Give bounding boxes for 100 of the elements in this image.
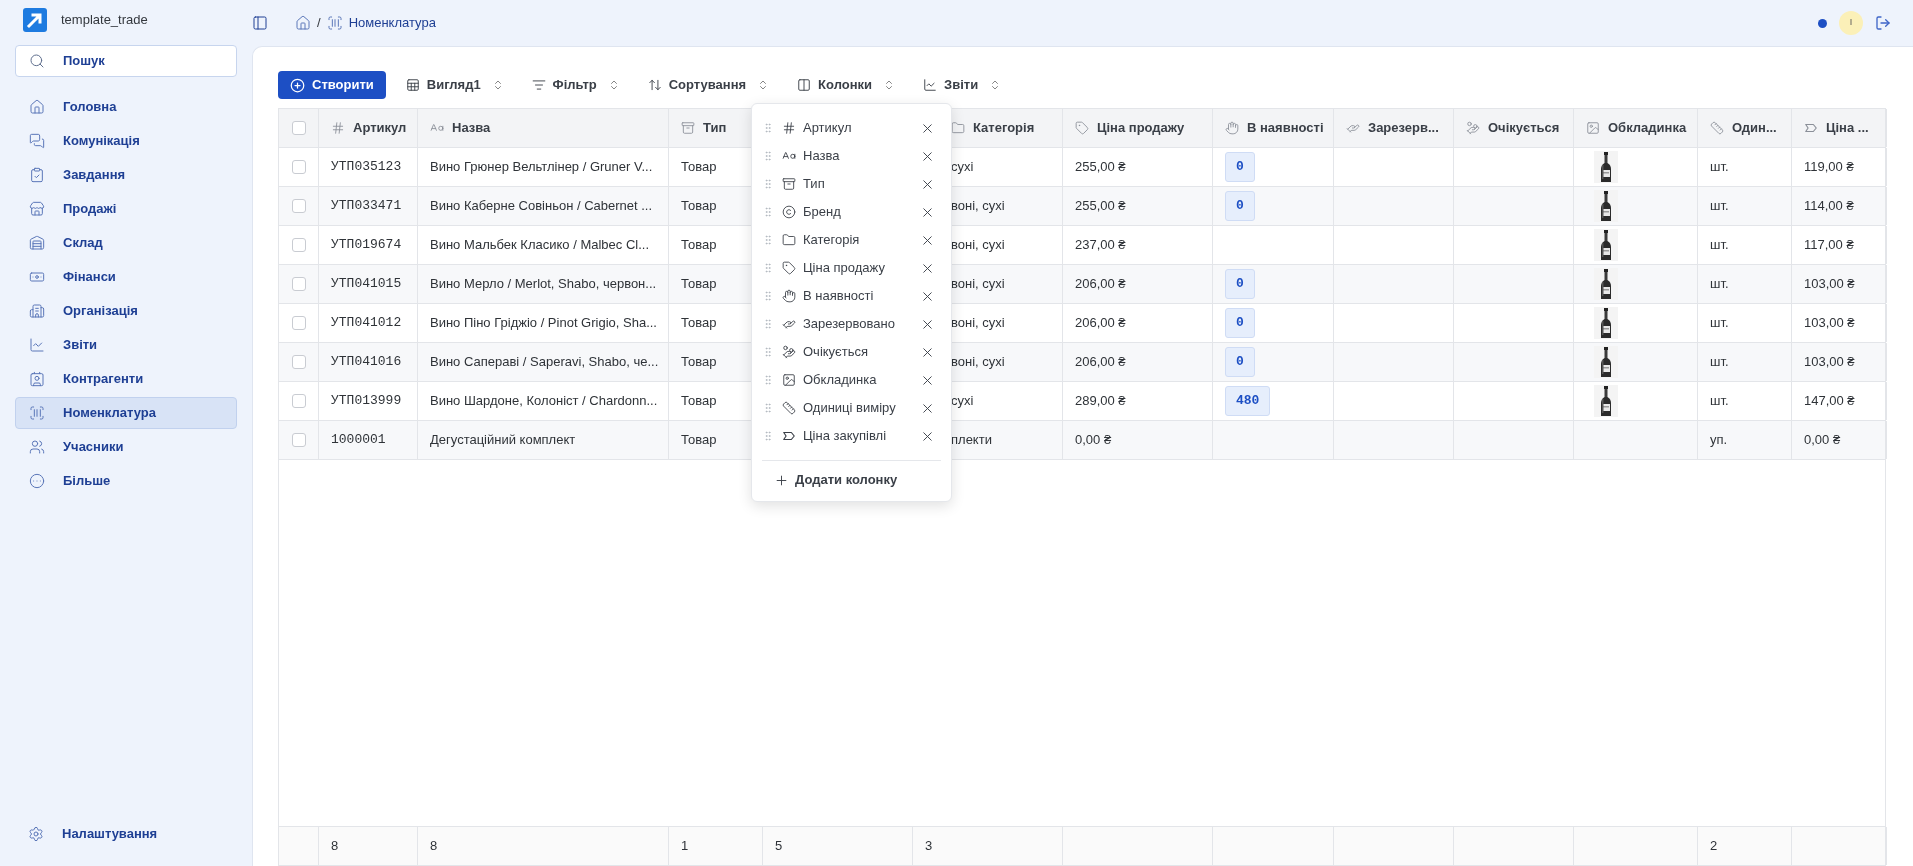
table-cell-text: 147,00 ₴ [1804,392,1855,411]
checkbox[interactable] [291,199,306,213]
sidebar-item[interactable]: Організація [15,295,237,327]
stock-badge: 480 [1225,386,1271,416]
sidebar-item[interactable]: Звіти [15,329,237,361]
create-button[interactable]: Створити [278,71,386,99]
sidebar-item[interactable]: Головна [15,91,237,123]
label-icon [1804,121,1818,135]
menu-item[interactable]: Бренд [762,198,941,226]
menu-item[interactable]: Очікується [762,338,941,366]
sidebar-item[interactable]: Учасники [15,431,237,463]
table-cell-text: 0,00 ₴ [1075,431,1112,450]
menu-item[interactable]: В наявності [762,282,941,310]
column-header[interactable]: Ціна продажу [1097,118,1185,138]
column-header[interactable]: Обкладинка [1608,118,1687,138]
drag-handle-icon[interactable] [762,346,774,358]
menu-item[interactable]: Категорія [762,226,941,254]
menu-item-label: Обкладинка [803,371,877,390]
table-cell-text: 119,00 ₴ [1804,158,1854,177]
column-count: 1 [681,837,689,856]
column-header[interactable]: Очікується [1488,118,1560,138]
plus-circle-icon [290,77,305,93]
table-cell-text: 237,00 ₴ [1075,236,1126,255]
sidebar-item[interactable]: Комунікація [15,125,237,157]
home-icon[interactable] [295,15,311,31]
table-cell-text: Товар [681,236,717,255]
toolbar-button[interactable]: Колонки [789,71,904,99]
menu-item-label: Очікується [803,343,868,362]
drag-handle-icon[interactable] [762,150,774,162]
tray-icon [681,121,695,135]
table-cell-text: воні, сухі [951,197,1005,216]
menu-item[interactable]: Назва [762,142,941,170]
sidebar-item[interactable]: Номенклатура [15,397,237,429]
sidebar-item[interactable]: Склад [15,227,237,259]
sidebar-toggle-icon[interactable] [252,15,268,31]
drag-handle-icon[interactable] [762,374,774,386]
column-header[interactable]: Ціна ... [1826,118,1869,138]
column-count: 3 [925,837,933,856]
settings-button[interactable]: Налаштування [15,818,237,850]
checkbox[interactable] [291,238,306,252]
column-header[interactable]: Тип [703,118,727,138]
column-header[interactable]: Категорія [973,118,1035,138]
clipboard-icon [29,167,45,183]
sidebar-item[interactable]: Завдання [15,159,237,191]
menu-item-label: Одиниці виміру [803,399,896,418]
plus-icon [774,472,789,488]
drag-handle-icon[interactable] [762,290,774,302]
drag-handle-icon[interactable] [762,262,774,274]
toolbar-button[interactable]: Фільтр [523,71,628,99]
column-header[interactable]: Назва [452,118,491,138]
menu-item[interactable]: Тип [762,170,941,198]
drag-handle-icon[interactable] [762,318,774,330]
checkbox[interactable] [291,277,306,291]
column-header[interactable]: Один... [1732,118,1777,138]
logo-icon [23,8,47,32]
checkbox[interactable] [291,316,306,330]
column-header[interactable]: Артикул [353,118,407,138]
drag-handle-icon[interactable] [762,402,774,414]
menu-item[interactable]: Обкладинка [762,366,941,394]
toolbar-button[interactable]: Сортування [639,71,778,99]
sidebar-item[interactable]: Більше [15,465,237,497]
search-button[interactable]: Пошук [15,45,237,77]
table-cell-text: 114,00 ₴ [1804,197,1854,216]
checkbox[interactable] [291,433,306,447]
menu-item[interactable]: Ціна закупівлі [762,422,941,450]
toolbar-button[interactable]: Вигляд1 [397,71,512,99]
sidebar-item[interactable]: Продажі [15,193,237,225]
checkbox[interactable] [291,355,306,369]
table-cell-text: шт. [1710,314,1729,333]
table-cell-text: уп. [1710,431,1728,450]
menu-item-label: В наявності [803,287,874,306]
table-cell-text: УТП041012 [331,314,402,333]
checkbox[interactable] [291,121,306,135]
drag-handle-icon[interactable] [762,122,774,134]
drag-handle-icon[interactable] [762,234,774,246]
checkbox[interactable] [291,394,306,408]
chart-icon [29,337,45,353]
column-header[interactable]: В наявності [1247,118,1324,138]
search-icon [29,53,45,69]
checkbox[interactable] [291,160,306,174]
menu-item[interactable]: Зарезервовано [762,310,941,338]
user-avatar[interactable]: I [1839,11,1863,35]
drag-handle-icon[interactable] [762,430,774,442]
ruler-icon [1710,121,1724,135]
table-cell-text: 289,00 ₴ [1075,392,1126,411]
stock-badge: 0 [1225,308,1255,338]
toolbar-button[interactable]: Звіти [915,71,1010,99]
logout-icon[interactable] [1875,15,1891,31]
column-header[interactable]: Зарезерв... [1368,118,1439,138]
table-cell-text: УТП041016 [331,353,402,372]
drag-handle-icon[interactable] [762,178,774,190]
menu-item[interactable]: Артикул [762,114,941,142]
menu-item[interactable]: Одиниці виміру [762,394,941,422]
sidebar-item[interactable]: Фінанси [15,261,237,293]
sidebar-item[interactable]: Контрагенти [15,363,237,395]
drag-handle-icon[interactable] [762,206,774,218]
menu-item[interactable]: Ціна продажу [762,254,941,282]
table-cell-text: Вино Сапераві / Saperavi, Shabo, че... [430,353,659,372]
folder-icon [782,233,796,247]
add-column-button[interactable]: Додати колонку [762,467,910,493]
